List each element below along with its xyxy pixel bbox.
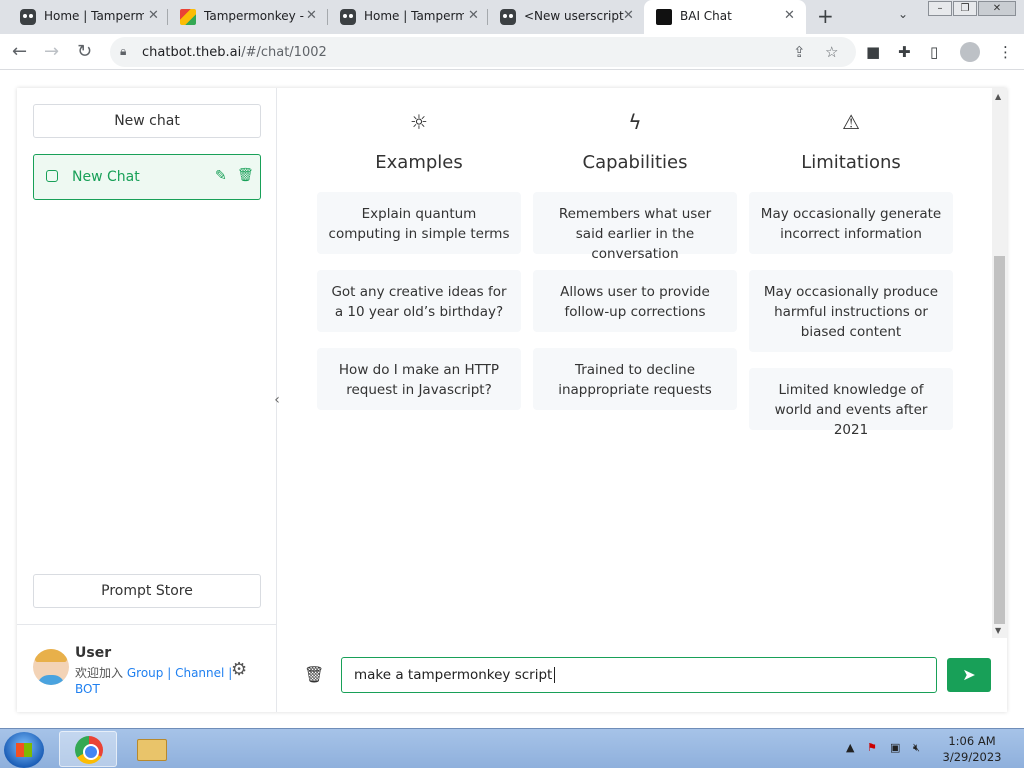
address-bar[interactable]: 🔒︎ chatbot.theb.ai/#/chat/1002 ⇪ ☆ — [110, 37, 856, 67]
clear-chat-icon[interactable]: 🗑︎ — [304, 665, 324, 684]
new-chat-button[interactable]: New chat — [33, 104, 261, 138]
avatar — [33, 649, 69, 685]
network-icon[interactable]: ▣ — [890, 741, 900, 754]
close-icon[interactable]: ✕ — [784, 8, 795, 23]
browser-tab-strip: Home | Tampermo ✕ Tampermonkey - ✕ Home … — [0, 0, 1024, 34]
prompt-store-button[interactable]: Prompt Store — [33, 574, 261, 608]
limitation-card: Limited knowledge of world and events af… — [749, 368, 953, 438]
channel-link[interactable]: Channel — [175, 666, 224, 680]
warning-icon: ⚠ — [842, 110, 860, 134]
tampermonkey-icon — [500, 9, 516, 25]
windows-logo-icon — [16, 743, 32, 757]
gear-icon[interactable]: ⚙ — [231, 659, 247, 680]
flag-icon[interactable]: ⚑ — [867, 741, 877, 754]
reload-icon[interactable]: ↻ — [77, 41, 92, 62]
composer: 🗑︎ make a tampermonkey script ➤ — [277, 638, 992, 712]
browser-toolbar: ← → ↻ 🔒︎ chatbot.theb.ai/#/chat/1002 ⇪ ☆… — [0, 34, 1024, 70]
close-icon[interactable]: ✕ — [623, 8, 634, 23]
tampermonkey-icon — [340, 9, 356, 25]
profile-icon[interactable] — [960, 42, 980, 62]
close-icon[interactable]: ✕ — [148, 8, 159, 23]
forward-icon[interactable]: → — [44, 41, 59, 62]
tab-title: Home | Tampermo — [44, 9, 144, 23]
user-panel: User 欢迎加入 Group | Channel | BOT ⚙ — [17, 624, 276, 712]
chat-item-label: New Chat — [72, 169, 140, 185]
group-link[interactable]: Group — [127, 666, 164, 680]
limitation-card: May occasionally produce harmful instruc… — [749, 270, 953, 352]
browser-tab-3[interactable]: Home | Tamperm ✕ — [328, 0, 488, 34]
example-card[interactable]: How do I make an HTTP request in Javascr… — [317, 348, 521, 410]
maximize-button[interactable]: ❐ — [953, 1, 977, 16]
column-heading: Capabilities — [582, 152, 688, 173]
tab-title: Tampermonkey - — [204, 9, 304, 23]
capability-card: Allows user to provide follow-up correct… — [533, 270, 737, 332]
lightning-icon: ϟ — [628, 110, 642, 134]
capability-card: Trained to decline inappropriate request… — [533, 348, 737, 410]
minimize-button[interactable]: – — [928, 1, 952, 16]
browser-tab-1[interactable]: Home | Tampermo ✕ — [8, 0, 168, 34]
limitation-card: May occasionally generate incorrect info… — [749, 192, 953, 254]
tampermonkey-icon — [20, 9, 36, 25]
new-tab-icon[interactable]: + — [817, 4, 834, 28]
tampermonkey-extension-icon[interactable]: ■ — [866, 43, 880, 61]
scroll-down-icon[interactable]: ▼ — [995, 626, 1001, 635]
bookmark-star-icon[interactable]: ☆ — [825, 43, 838, 61]
example-card[interactable]: Explain quantum computing in simple term… — [317, 192, 521, 254]
taskbar-chrome[interactable] — [59, 731, 117, 767]
sidebar: New chat New Chat ✎ 🗑︎ Prompt Store User… — [17, 88, 277, 712]
browser-tab-active[interactable]: BAI Chat ✕ — [644, 0, 806, 34]
chevron-down-icon[interactable]: ⌄ — [898, 7, 908, 21]
scroll-up-icon[interactable]: ▲ — [995, 92, 1001, 101]
bot-link[interactable]: BOT — [75, 682, 100, 696]
bai-icon — [656, 9, 672, 25]
clock[interactable]: 1:06 AM 3/29/2023 — [936, 733, 1008, 765]
folder-icon — [137, 739, 167, 761]
example-card[interactable]: Got any creative ideas for a 10 year old… — [317, 270, 521, 332]
send-button[interactable]: ➤ — [947, 658, 991, 692]
side-panel-icon[interactable]: ▯ — [930, 43, 938, 61]
main-panel: ☼ Examples Explain quantum computing in … — [277, 88, 992, 712]
browser-tab-4[interactable]: <New userscript> ✕ — [488, 0, 644, 34]
send-icon: ➤ — [962, 665, 976, 684]
share-icon[interactable]: ⇪ — [793, 43, 806, 61]
taskbar: ▲ ⚑ ▣ 🔇︎ 1:06 AM 3/29/2023 — [0, 728, 1024, 768]
user-name: User — [75, 645, 112, 661]
column-heading: Limitations — [801, 152, 901, 173]
start-button[interactable] — [4, 732, 44, 768]
chrome-icon — [75, 736, 103, 764]
trash-icon[interactable]: 🗑︎ — [237, 168, 254, 183]
tab-title: Home | Tamperm — [364, 9, 464, 23]
edit-icon[interactable]: ✎ — [215, 168, 227, 184]
url-text: chatbot.theb.ai/#/chat/1002 — [142, 45, 327, 60]
tray-expand-icon[interactable]: ▲ — [846, 741, 854, 754]
back-icon[interactable]: ← — [12, 41, 27, 62]
sun-icon: ☼ — [410, 110, 428, 134]
close-icon[interactable]: ✕ — [468, 8, 479, 23]
tab-title: BAI Chat — [680, 9, 732, 23]
browser-tab-2[interactable]: Tampermonkey - ✕ — [168, 0, 328, 34]
chat-bubble-icon — [46, 170, 58, 182]
chat-app: New chat New Chat ✎ 🗑︎ Prompt Store User… — [17, 88, 1007, 712]
join-links: 欢迎加入 Group | Channel | BOT — [75, 666, 233, 696]
close-icon[interactable]: ✕ — [306, 8, 317, 23]
column-heading: Examples — [375, 152, 463, 173]
lock-icon: 🔒︎ — [120, 44, 127, 58]
scrollbar-thumb[interactable] — [994, 256, 1005, 624]
tampermonkey-color-icon — [180, 9, 196, 25]
menu-dots-icon[interactable]: ⋮ — [998, 43, 1013, 61]
capability-card: Remembers what user said earlier in the … — [533, 192, 737, 262]
chat-list-item[interactable]: New Chat ✎ 🗑︎ — [33, 154, 261, 200]
close-window-button[interactable]: ✕ — [978, 1, 1016, 16]
tab-title: <New userscript> — [524, 9, 624, 23]
message-input[interactable]: make a tampermonkey script — [341, 657, 937, 693]
taskbar-explorer[interactable] — [121, 731, 179, 767]
scrollbar[interactable]: ▲ ▼ — [992, 88, 1007, 638]
volume-icon[interactable]: 🔇︎ — [913, 741, 920, 755]
puzzle-icon[interactable]: ✚ — [898, 43, 911, 61]
